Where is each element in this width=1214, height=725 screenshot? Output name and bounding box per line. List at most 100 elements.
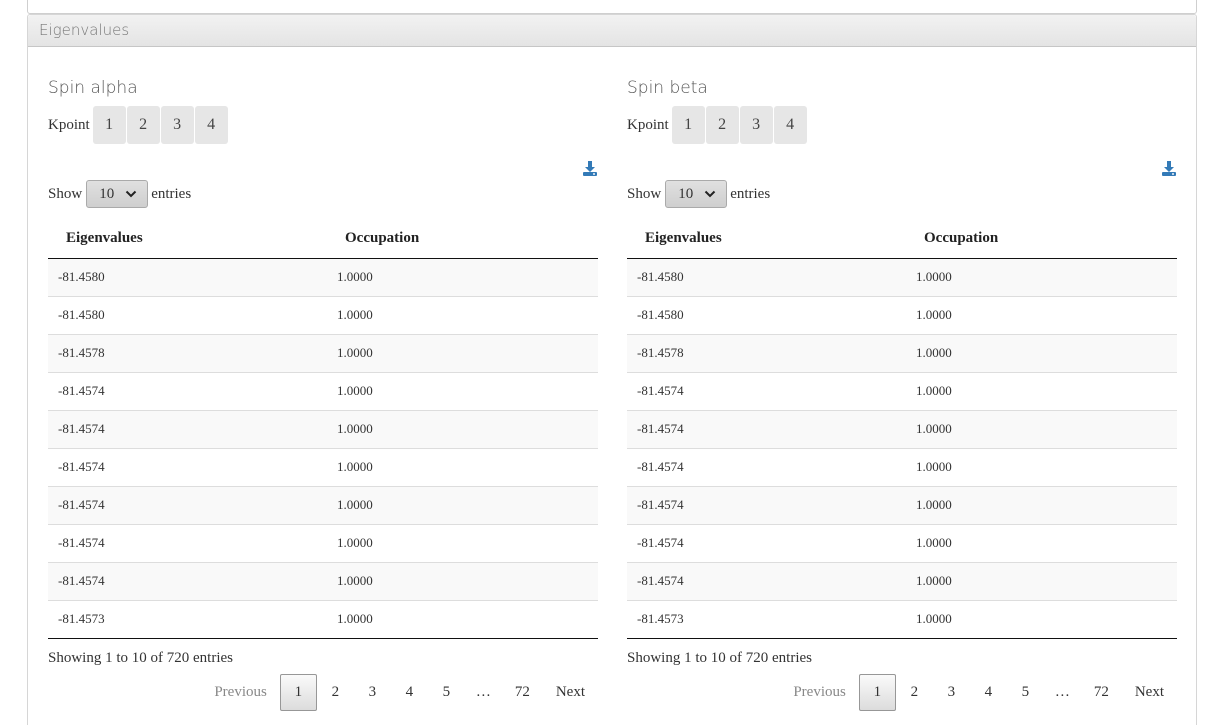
eigenvalue-cell: -81.4580 bbox=[627, 295, 906, 334]
occupation-cell: 1.0000 bbox=[327, 409, 598, 448]
table-row: -81.4574 1.0000 bbox=[627, 523, 1177, 562]
show-label: Show bbox=[48, 185, 83, 202]
occupation-cell: 1.0000 bbox=[327, 599, 598, 639]
download-icon[interactable] bbox=[583, 160, 597, 176]
eigenvalues-table: Eigenvalues Occupation -81.4580 1.0000 -81.4… bbox=[627, 220, 1177, 639]
previous-button[interactable]: Previous bbox=[201, 674, 280, 711]
eigenvalue-cell: -81.4574 bbox=[627, 561, 906, 600]
page-button-5[interactable]: 5 bbox=[1007, 674, 1044, 711]
table-row: -81.4574 1.0000 bbox=[48, 447, 598, 486]
page-button-last[interactable]: 72 bbox=[502, 674, 543, 711]
next-button[interactable]: Next bbox=[1122, 674, 1177, 711]
eigenvalue-cell: -81.4578 bbox=[627, 333, 906, 372]
page-button-1[interactable]: 1 bbox=[279, 674, 317, 711]
spin-section-alpha: Spin alpha Kpoint 1 2 3 4 Show 10 entries Eigenva… bbox=[48, 74, 598, 711]
spin-section-beta: Spin beta Kpoint 1 2 3 4 Show 10 entries Eigenval… bbox=[627, 74, 1177, 711]
chevron-down-icon bbox=[704, 190, 716, 198]
kpoint-button-2[interactable]: 2 bbox=[126, 106, 160, 144]
page-button-last[interactable]: 72 bbox=[1081, 674, 1122, 711]
occupation-cell: 1.0000 bbox=[906, 371, 1177, 410]
page-button-2[interactable]: 2 bbox=[317, 674, 354, 711]
page-button-4[interactable]: 4 bbox=[391, 674, 428, 711]
eigenvalue-cell: -81.4574 bbox=[48, 485, 327, 524]
occupation-cell: 1.0000 bbox=[327, 371, 598, 410]
table-info: Showing 1 to 10 of 720 entries bbox=[48, 650, 233, 666]
occupation-cell: 1.0000 bbox=[327, 523, 598, 562]
occupation-cell: 1.0000 bbox=[327, 485, 598, 524]
kpoint-button-3[interactable]: 3 bbox=[160, 106, 194, 144]
previous-panel-edge bbox=[27, 0, 1197, 14]
table-row: -81.4573 1.0000 bbox=[48, 599, 598, 639]
previous-button[interactable]: Previous bbox=[780, 674, 859, 711]
eigenvalue-cell: -81.4580 bbox=[48, 258, 327, 296]
eigenvalue-cell: -81.4574 bbox=[48, 409, 327, 448]
pagination-ellipsis: … bbox=[475, 684, 491, 700]
pagination: Previous 1 2 3 4 5 … 72 Next bbox=[780, 674, 1177, 711]
table-row: -81.4574 1.0000 bbox=[627, 409, 1177, 448]
eigenvalue-cell: -81.4574 bbox=[48, 561, 327, 600]
table-row: -81.4580 1.0000 bbox=[48, 258, 598, 296]
page-button-1[interactable]: 1 bbox=[858, 674, 896, 711]
occupation-cell: 1.0000 bbox=[906, 258, 1177, 296]
eigenvalue-cell: -81.4574 bbox=[627, 371, 906, 410]
page-button-2[interactable]: 2 bbox=[896, 674, 933, 711]
eigenvalues-table: Eigenvalues Occupation -81.4580 1.0000 -81.4… bbox=[48, 220, 598, 639]
eigenvalue-cell: -81.4574 bbox=[48, 447, 327, 486]
eigenvalue-cell: -81.4574 bbox=[627, 523, 906, 562]
column-header-occupation[interactable]: Occupation bbox=[327, 220, 598, 259]
column-header-eigenvalues[interactable]: Eigenvalues bbox=[627, 220, 906, 259]
next-button[interactable]: Next bbox=[543, 674, 598, 711]
occupation-cell: 1.0000 bbox=[906, 523, 1177, 562]
eigenvalue-cell: -81.4574 bbox=[48, 523, 327, 562]
page-button-3[interactable]: 3 bbox=[354, 674, 391, 711]
eigenvalue-cell: -81.4580 bbox=[48, 295, 327, 334]
occupation-cell: 1.0000 bbox=[906, 295, 1177, 334]
download-icon[interactable] bbox=[1162, 160, 1176, 176]
page-length-control: Show 10 entries bbox=[48, 180, 191, 208]
eigenvalue-cell: -81.4578 bbox=[48, 333, 327, 372]
panel-heading[interactable]: Eigenvalues bbox=[28, 15, 1196, 47]
page-button-5[interactable]: 5 bbox=[428, 674, 465, 711]
page-length-value: 10 bbox=[678, 185, 694, 202]
table-row: -81.4580 1.0000 bbox=[627, 258, 1177, 296]
kpoint-button-3[interactable]: 3 bbox=[739, 106, 773, 144]
spin-title: Spin alpha bbox=[48, 78, 138, 98]
chevron-down-icon bbox=[125, 190, 137, 198]
page-length-control: Show 10 entries bbox=[627, 180, 770, 208]
eigenvalue-cell: -81.4573 bbox=[48, 599, 327, 639]
table-row: -81.4574 1.0000 bbox=[627, 561, 1177, 600]
column-header-occupation[interactable]: Occupation bbox=[906, 220, 1177, 259]
kpoint-button-2[interactable]: 2 bbox=[705, 106, 739, 144]
kpoint-selector: Kpoint 1 2 3 4 bbox=[627, 106, 1177, 144]
kpoint-selector: Kpoint 1 2 3 4 bbox=[48, 106, 598, 144]
eigenvalue-cell: -81.4574 bbox=[627, 447, 906, 486]
entries-label: entries bbox=[730, 185, 771, 202]
occupation-cell: 1.0000 bbox=[327, 333, 598, 372]
kpoint-button-1[interactable]: 1 bbox=[671, 106, 705, 144]
table-row: -81.4574 1.0000 bbox=[627, 485, 1177, 524]
occupation-cell: 1.0000 bbox=[906, 333, 1177, 372]
page-button-4[interactable]: 4 bbox=[970, 674, 1007, 711]
table-row: -81.4578 1.0000 bbox=[627, 333, 1177, 372]
occupation-cell: 1.0000 bbox=[906, 447, 1177, 486]
eigenvalue-cell: -81.4574 bbox=[627, 409, 906, 448]
occupation-cell: 1.0000 bbox=[906, 561, 1177, 600]
page-length-select[interactable]: 10 bbox=[86, 180, 149, 208]
spin-title: Spin beta bbox=[627, 78, 708, 98]
kpoint-label: Kpoint bbox=[48, 116, 90, 133]
kpoint-button-1[interactable]: 1 bbox=[92, 106, 126, 144]
kpoint-button-4[interactable]: 4 bbox=[773, 106, 807, 144]
table-row: -81.4578 1.0000 bbox=[48, 333, 598, 372]
page-length-select[interactable]: 10 bbox=[665, 180, 728, 208]
table-row: -81.4574 1.0000 bbox=[627, 447, 1177, 486]
table-row: -81.4580 1.0000 bbox=[627, 295, 1177, 334]
column-header-eigenvalues[interactable]: Eigenvalues bbox=[48, 220, 327, 259]
table-row: -81.4574 1.0000 bbox=[48, 485, 598, 524]
entries-label: entries bbox=[151, 185, 192, 202]
page-button-3[interactable]: 3 bbox=[933, 674, 970, 711]
table-row: -81.4574 1.0000 bbox=[48, 561, 598, 600]
occupation-cell: 1.0000 bbox=[327, 447, 598, 486]
eigenvalue-cell: -81.4580 bbox=[627, 258, 906, 296]
occupation-cell: 1.0000 bbox=[327, 561, 598, 600]
kpoint-button-4[interactable]: 4 bbox=[194, 106, 228, 144]
